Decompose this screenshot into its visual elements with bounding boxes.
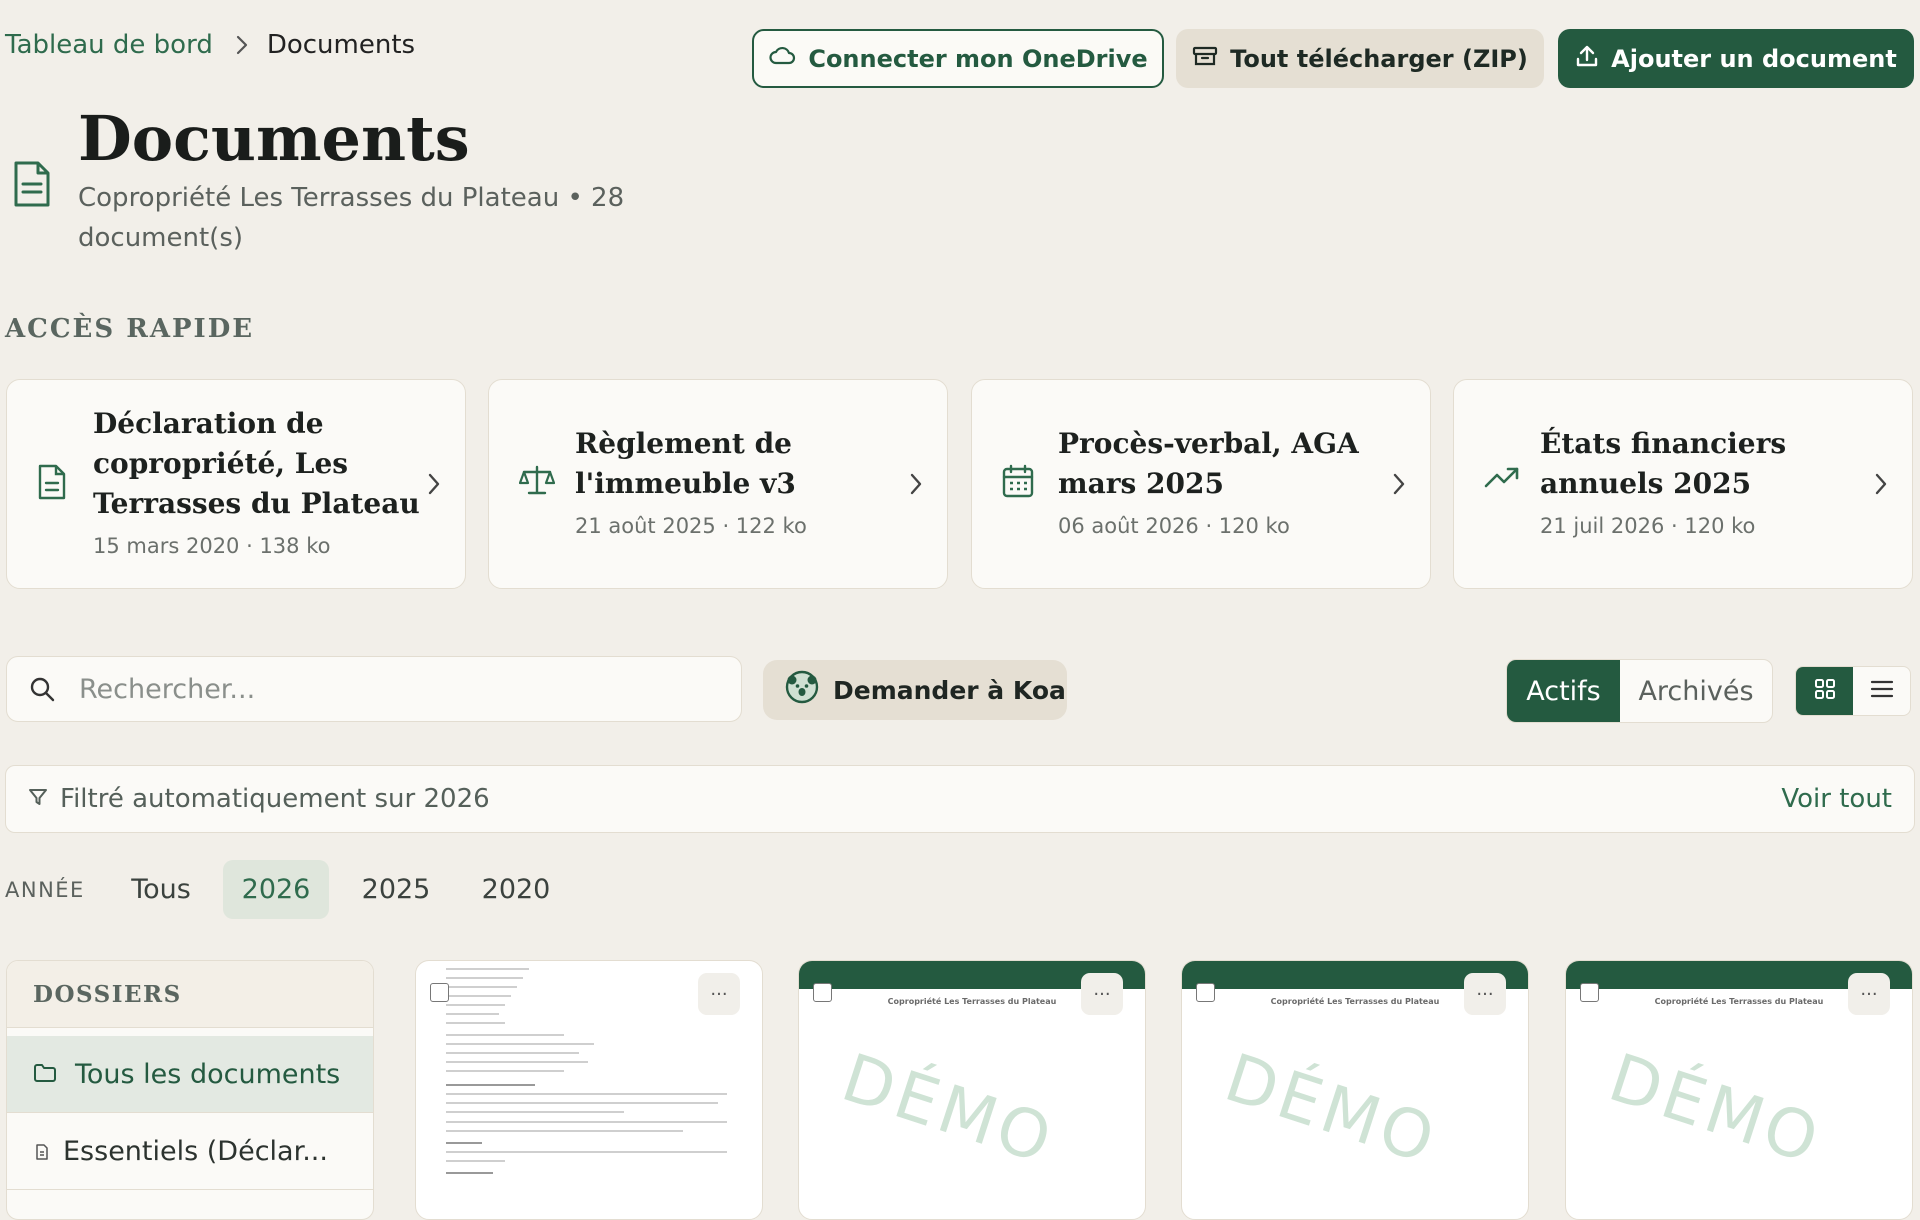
year-filter-label: ANNÉE [5,878,85,902]
quick-access-card[interactable]: Déclaration de copropriété, Les Terrasse… [6,379,466,589]
quick-access-meta: 15 mars 2020 · 138 ko [93,534,331,558]
quick-access-card[interactable]: Procès-verbal, AGA mars 2025 06 août 202… [971,379,1431,589]
more-options-button[interactable]: ··· [1848,973,1890,1015]
search-icon [29,676,55,702]
chevron-right-icon [1874,472,1888,500]
document-card[interactable]: ··· [415,960,763,1220]
chevron-right-icon [427,472,441,500]
see-all-link[interactable]: Voir tout [1781,784,1892,814]
document-card[interactable]: Copropriété Les Terrasses du Plateau DÉM… [1565,960,1913,1220]
demo-watermark: DÉMO [1216,1039,1447,1180]
folders-heading: DOSSIERS [7,961,373,1028]
download-zip-label: Tout télécharger (ZIP) [1230,44,1528,73]
cloud-icon [768,45,796,73]
quick-access-meta: 06 août 2026 · 120 ko [1058,514,1290,538]
grid-view-button[interactable] [1796,667,1853,715]
search-box [6,656,742,722]
demo-watermark: DÉMO [1600,1039,1831,1180]
filter-text: Filtré automatiquement sur 2026 [60,784,490,814]
folder-item-label: Essentiels (Déclar... [63,1135,328,1167]
folders-panel: DOSSIERS Tous les documents Essentiels (… [6,960,374,1220]
trending-up-icon [1484,464,1520,494]
document-icon [12,160,52,212]
quick-access-title: Règlement de l'immeuble v3 [575,427,796,500]
quick-access-card[interactable]: Règlement de l'immeuble v3 21 août 2025 … [488,379,948,589]
list-view-button[interactable] [1853,667,1910,715]
tab-active[interactable]: Actifs [1507,660,1620,722]
grid-icon [1814,678,1836,704]
ask-koa-button[interactable]: Demander à Koa [763,660,1067,720]
breadcrumb-current: Documents [266,30,416,60]
connect-onedrive-label: Connecter mon OneDrive [808,44,1148,73]
quick-access-meta: 21 août 2025 · 122 ko [575,514,807,538]
view-toggle [1795,666,1911,716]
add-document-button[interactable]: Ajouter un document [1558,29,1914,88]
folder-item-label: Tous les documents [75,1058,341,1090]
year-tab-2025[interactable]: 2025 [345,860,447,919]
search-input[interactable] [77,672,701,706]
folder-item-all-documents[interactable]: Tous les documents [7,1036,373,1113]
breadcrumb-home-link[interactable]: Tableau de bord [5,30,213,60]
quick-access-heading: ACCÈS RAPIDE [5,314,255,344]
quick-access-title: Procès-verbal, AGA mars 2025 [1058,427,1359,500]
list-icon [1870,679,1894,703]
document-card[interactable]: Copropriété Les Terrasses du Plateau DÉM… [798,960,1146,1220]
chevron-right-icon [909,472,923,500]
year-tab-2020[interactable]: 2020 [464,860,568,919]
chevron-right-icon [1392,472,1406,500]
demo-watermark: DÉMO [833,1039,1064,1180]
tab-archived[interactable]: Archivés [1620,660,1772,722]
more-options-button[interactable]: ··· [1464,973,1506,1015]
year-tab-all[interactable]: Tous [118,860,204,919]
filter-icon [28,784,48,814]
select-checkbox[interactable] [1196,983,1215,1002]
add-document-label: Ajouter un document [1611,44,1897,73]
quick-access-meta: 21 juil 2026 · 120 ko [1540,514,1756,538]
quick-access-title: Déclaration de copropriété, Les Terrasse… [93,407,420,520]
select-checkbox[interactable] [813,983,832,1002]
year-tab-2026[interactable]: 2026 [223,860,329,919]
page-title: Documents [78,102,470,175]
chevron-right-icon [235,34,249,56]
auto-filter-banner: Filtré automatiquement sur 2026 Voir tou… [5,765,1915,833]
koala-icon [785,670,819,710]
select-checkbox[interactable] [1580,983,1599,1002]
folder-icon [33,1059,57,1090]
more-options-button[interactable]: ··· [1081,973,1123,1015]
connect-onedrive-button[interactable]: Connecter mon OneDrive [752,29,1164,88]
document-icon [37,464,67,504]
upload-icon [1575,44,1599,74]
calendar-icon [1002,464,1034,502]
page-subtitle: Copropriété Les Terrasses du Plateau • 2… [78,183,625,253]
archive-icon [1192,44,1218,74]
quick-access-card[interactable]: États financiers annuels 2025 21 juil 20… [1453,379,1913,589]
document-icon [35,1136,49,1167]
document-card[interactable]: Copropriété Les Terrasses du Plateau DÉM… [1181,960,1529,1220]
folder-item-essentials[interactable]: Essentiels (Déclar... [7,1113,373,1190]
breadcrumb: Tableau de bord Documents [5,30,415,60]
quick-access-title: États financiers annuels 2025 [1540,427,1787,500]
more-options-button[interactable]: ··· [698,973,740,1015]
status-toggle: Actifs Archivés [1506,659,1773,723]
scale-icon [518,464,556,500]
download-zip-button[interactable]: Tout télécharger (ZIP) [1176,29,1544,88]
ask-koa-label: Demander à Koa [833,675,1066,705]
select-checkbox[interactable] [430,983,449,1002]
